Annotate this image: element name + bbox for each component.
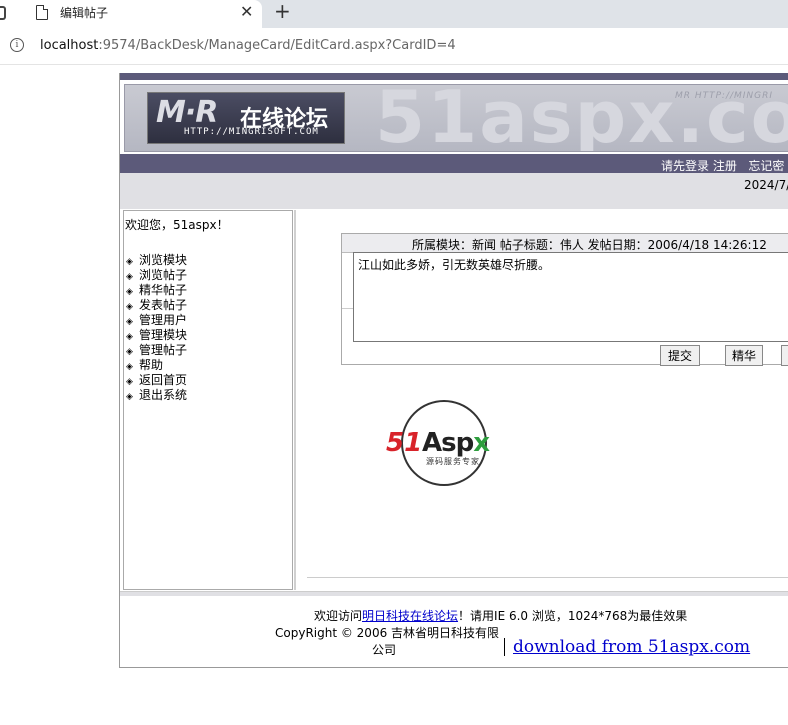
post-info-header: 所属模块：新闻 帖子标题：伟人 发帖日期：2006/4/18 14:26:12 — [342, 234, 788, 253]
sidebar-item-label: 退出系统 — [139, 388, 188, 402]
sidebar-item-label: 返回首页 — [139, 373, 188, 387]
bullet-icon: ◈ — [126, 392, 133, 402]
logo-asp: Asp — [422, 428, 474, 458]
user-links: 请先登录 注册 忘记密 — [661, 157, 784, 174]
document-icon — [36, 5, 48, 20]
sidebar-item-help[interactable]: ◈ 帮助 — [124, 358, 187, 373]
edit-post-form: 所属模块：新闻 帖子标题：伟人 发帖日期：2006/4/18 14:26:12 … — [341, 233, 788, 366]
sidebar-item-elite-posts[interactable]: ◈ 精华帖子 — [124, 283, 187, 298]
footer-welcome-prefix: 欢迎访问 — [314, 609, 363, 623]
sidebar-item-label: 管理帖子 — [139, 343, 188, 357]
sidebar-item-home[interactable]: ◈ 返回首页 — [124, 373, 187, 388]
download-link[interactable]: download from 51aspx.com — [513, 637, 750, 657]
sidebar-item-label: 浏览帖子 — [139, 268, 188, 282]
register-link[interactable]: 注册 — [713, 159, 737, 173]
logo-url: HTTP://MINGRISOFT.COM — [184, 127, 319, 137]
date-strip: 2024/7/ — [120, 173, 788, 209]
tab-active[interactable]: 编辑帖子 ✕ — [0, 0, 262, 28]
sidebar-item-manage-modules[interactable]: ◈ 管理模块 — [124, 328, 187, 343]
footer-welcome-suffix: ！请用IE 6.0 浏览，1024*768为最佳效果 — [458, 609, 688, 623]
sidebar-item-logout[interactable]: ◈ 退出系统 — [124, 388, 187, 403]
main-bottom-divider — [307, 577, 788, 578]
logo-x: x — [473, 428, 490, 458]
footer-company: 公司 — [372, 643, 397, 657]
sidebar-item-new-post[interactable]: ◈ 发表帖子 — [124, 298, 187, 313]
sidebar-item-manage-users[interactable]: ◈ 管理用户 — [124, 313, 187, 328]
url-path: :9574/BackDesk/ManageCard/EditCard.aspx?… — [98, 38, 456, 53]
page-frame: 51aspx.com MR HTTP://MINGRI M·R 在线论坛 HTT… — [119, 73, 788, 668]
info-icon[interactable]: i — [10, 38, 24, 52]
sidebar-item-browse-posts[interactable]: ◈ 浏览帖子 — [124, 268, 187, 283]
footer-separator — [504, 638, 505, 656]
sidebar: 欢迎您，51aspx！ ◈ 浏览模块 ◈ 浏览帖子 ◈ 精华帖子 ◈ 发表帖子 ◈ 管理用… — [123, 210, 293, 590]
sidebar-item-label: 发表帖子 — [139, 298, 188, 312]
address-bar: i localhost:9574/BackDesk/ManageCard/Edi… — [0, 28, 788, 65]
welcome-text: 欢迎您，51aspx！ — [125, 218, 229, 232]
logo-subtitle: 源码服务专家 — [426, 457, 480, 466]
footer-welcome: 欢迎访问明日科技在线论坛！请用IE 6.0 浏览，1024*768为最佳效果 — [314, 607, 687, 624]
login-link[interactable]: 请先登录 — [661, 159, 709, 173]
post-info-text: 所属模块：新闻 帖子标题：伟人 发帖日期：2006/4/18 14:26:12 — [412, 238, 767, 252]
logo-aspx: Aspx — [422, 428, 490, 458]
url-host: localhost — [40, 38, 99, 53]
new-tab-plus-icon[interactable]: + — [274, 0, 291, 23]
tab-strip: 编辑帖子 ✕ + — [0, 0, 788, 28]
logo-mr: M·R — [156, 95, 218, 130]
sidebar-item-label: 浏览模块 — [139, 253, 188, 267]
51aspx-logo: 51 Aspx 源码服务专家 — [386, 400, 506, 492]
sidebar-divider — [294, 210, 296, 590]
sidebar-item-label: 精华帖子 — [139, 283, 188, 297]
site-banner: 51aspx.com MR HTTP://MINGRI M·R 在线论坛 HTT… — [124, 84, 788, 152]
post-content-input[interactable]: 江山如此多娇，引无数英雄尽折腰。 — [353, 252, 788, 342]
site-logo: M·R 在线论坛 HTTP://MINGRISOFT.COM — [147, 92, 345, 144]
elite-button[interactable]: 精华 — [725, 345, 763, 366]
footer-copyright: CopyRight © 2006 吉林省明日科技有限 — [275, 626, 500, 640]
sidebar-item-label: 管理模块 — [139, 328, 188, 342]
main-content: 所属模块：新闻 帖子标题：伟人 发帖日期：2006/4/18 14:26:12 … — [300, 210, 788, 590]
nav-strip: 请先登录 注册 忘记密 — [120, 154, 788, 173]
url-field[interactable]: localhost:9574/BackDesk/ManageCard/EditC… — [40, 38, 456, 53]
footer-bar — [120, 591, 788, 596]
third-button[interactable] — [781, 345, 788, 366]
forum-link[interactable]: 明日科技在线论坛 — [362, 609, 458, 623]
previous-tab-edge — [0, 6, 6, 20]
logo-51: 51 — [386, 428, 423, 458]
row-divider — [342, 308, 353, 309]
current-date: 2024/7/ — [744, 178, 788, 192]
forgot-password-link[interactable]: 忘记密 — [748, 159, 784, 173]
sidebar-item-label: 帮助 — [139, 358, 164, 372]
sidebar-item-browse-modules[interactable]: ◈ 浏览模块 — [124, 253, 187, 268]
sidebar-item-label: 管理用户 — [139, 313, 188, 327]
sidebar-menu: ◈ 浏览模块 ◈ 浏览帖子 ◈ 精华帖子 ◈ 发表帖子 ◈ 管理用户 ◈ 管理模块 ◈ 管理帖… — [124, 253, 187, 403]
sidebar-item-manage-posts[interactable]: ◈ 管理帖子 — [124, 343, 187, 358]
top-accent-bar — [120, 73, 788, 80]
banner-tag: MR HTTP://MINGRI — [675, 91, 774, 101]
tab-title: 编辑帖子 — [60, 6, 109, 20]
submit-button[interactable]: 提交 — [660, 345, 700, 366]
close-icon[interactable]: ✕ — [240, 2, 253, 21]
